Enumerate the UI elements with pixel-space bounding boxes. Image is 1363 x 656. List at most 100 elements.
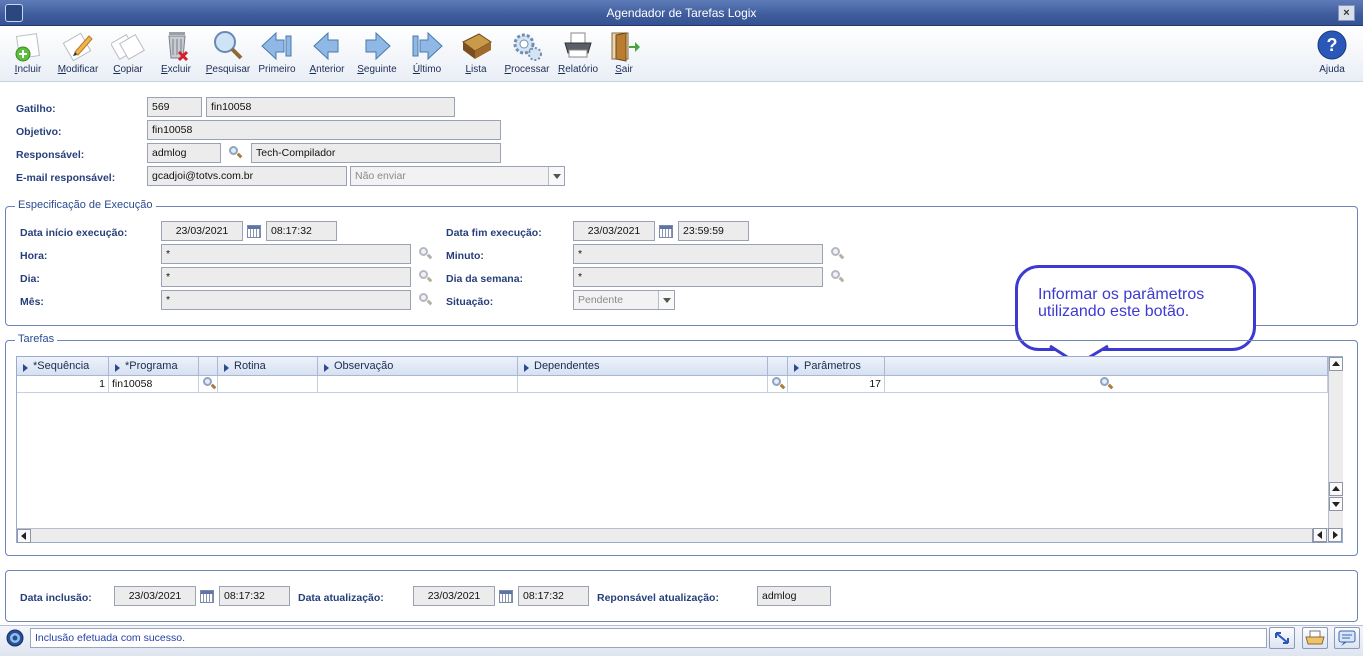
inclusao-label: Data inclusão:	[20, 592, 92, 604]
scroll-left-icon[interactable]	[17, 529, 31, 543]
print-status-button[interactable]	[1302, 627, 1328, 649]
hora-field[interactable]: *	[161, 244, 411, 264]
cell-observacao[interactable]	[318, 376, 518, 393]
email-field[interactable]: gcadjoi@totvs.com.br	[147, 166, 347, 186]
calendar-icon[interactable]	[659, 225, 673, 238]
seguinte-button[interactable]: Seguinte	[352, 30, 402, 80]
column-header-parametros-zoom	[885, 357, 1328, 376]
calendar-icon[interactable]	[499, 590, 513, 603]
scroll-left-icon[interactable]	[1313, 528, 1327, 542]
anterior-label: Anterior	[309, 64, 345, 75]
column-header-sequencia[interactable]: *Sequência	[17, 357, 109, 376]
pesquisar-label: Pesquisar	[205, 64, 251, 75]
dia-search-icon[interactable]	[417, 269, 433, 285]
processar-button[interactable]: Processar	[502, 30, 552, 80]
mes-field[interactable]: *	[161, 290, 411, 310]
email-label: E-mail responsável:	[16, 172, 116, 184]
scroll-right-icon[interactable]	[1328, 528, 1342, 542]
messages-button[interactable]	[1334, 627, 1360, 649]
minuto-search-icon[interactable]	[829, 246, 845, 262]
globe-icon	[6, 629, 25, 647]
cell-dependentes[interactable]	[518, 376, 768, 393]
lista-label: Lista	[465, 64, 487, 75]
vertical-scrollbar[interactable]	[1328, 357, 1343, 528]
dia-semana-field[interactable]: *	[573, 267, 823, 287]
anterior-button[interactable]: Anterior	[302, 30, 352, 80]
ajuda-button[interactable]: ? Ajuda	[1307, 30, 1357, 80]
copiar-button[interactable]: Copiar	[103, 30, 153, 80]
calendar-icon[interactable]	[247, 225, 261, 238]
column-header-observacao[interactable]: Observação	[318, 357, 518, 376]
fim-time-field[interactable]: 23:59:59	[678, 221, 749, 241]
mes-search-icon[interactable]	[417, 292, 433, 308]
gatilho-code-field[interactable]: 569	[147, 97, 202, 117]
next-arrow-icon	[360, 30, 394, 62]
column-header-label: Rotina	[234, 360, 266, 372]
chat-icon	[1338, 630, 1356, 646]
minuto-field[interactable]: *	[573, 244, 823, 264]
column-header-label: *Sequência	[33, 360, 90, 372]
resp-atualizacao-label: Reponsável atualização:	[597, 592, 719, 604]
relatorio-button[interactable]: Relatório	[553, 30, 603, 80]
dia-label: Dia:	[20, 273, 40, 285]
ultimo-label: Último	[412, 64, 442, 75]
column-header-rotina[interactable]: Rotina	[218, 357, 318, 376]
cell-rotina[interactable]	[218, 376, 318, 393]
resize-button[interactable]	[1269, 627, 1295, 649]
scroll-down-icon[interactable]	[1329, 497, 1343, 511]
incluir-button[interactable]: Incluir	[3, 30, 53, 80]
callout-text: Informar os parâmetros utilizando este b…	[1038, 286, 1204, 320]
close-button[interactable]: ×	[1338, 5, 1355, 21]
ultimo-button[interactable]: Último	[402, 30, 452, 80]
parametros-search-icon[interactable]	[1098, 376, 1114, 392]
sair-button[interactable]: Sair	[599, 30, 649, 80]
responsavel-user-field[interactable]: admlog	[147, 143, 221, 163]
modificar-button[interactable]: Modificar	[53, 30, 103, 80]
scroll-up-icon[interactable]	[1329, 357, 1343, 371]
gatilho-label: Gatilho:	[16, 103, 56, 115]
column-header-parametros[interactable]: Parâmetros	[788, 357, 885, 376]
lista-button[interactable]: Lista	[451, 30, 501, 80]
exit-door-icon	[607, 30, 641, 62]
cell-programa[interactable]: fin10058	[109, 376, 199, 393]
column-header-dependentes[interactable]: Dependentes	[518, 357, 768, 376]
dia-field[interactable]: *	[161, 267, 411, 287]
responsavel-search-icon[interactable]	[227, 145, 243, 161]
parametros-zoom-cell	[885, 376, 1328, 393]
scroll-up-icon[interactable]	[1329, 482, 1343, 496]
dependentes-search-icon[interactable]	[770, 376, 786, 392]
printer-icon	[1305, 630, 1325, 645]
cell-parametros[interactable]: 17	[788, 376, 885, 393]
excluir-button[interactable]: Excluir	[151, 30, 201, 80]
hora-label: Hora:	[20, 250, 48, 262]
chevron-down-icon	[658, 291, 674, 309]
trash-icon	[159, 30, 193, 62]
column-header-programa[interactable]: *Programa	[109, 357, 199, 376]
previous-arrow-icon	[310, 30, 344, 62]
copiar-label: Copiar	[113, 64, 143, 75]
hora-search-icon[interactable]	[417, 246, 433, 262]
last-arrow-icon	[410, 30, 444, 62]
printer-icon	[561, 30, 595, 62]
situacao-label: Situação:	[446, 296, 494, 308]
excluir-label: Excluir	[160, 64, 191, 75]
primeiro-button[interactable]: Primeiro	[252, 30, 302, 80]
inicio-date-field[interactable]: 23/03/2021	[161, 221, 243, 241]
gatilho-name-field[interactable]: fin10058	[206, 97, 455, 117]
horizontal-scrollbar[interactable]	[17, 528, 1328, 543]
objetivo-field[interactable]: fin10058	[147, 120, 501, 140]
fim-date-field[interactable]: 23/03/2021	[573, 221, 655, 241]
programa-search-icon[interactable]	[201, 376, 217, 392]
situacao-select[interactable]: Pendente	[573, 290, 675, 310]
pesquisar-button[interactable]: Pesquisar	[203, 30, 253, 80]
inicio-time-field[interactable]: 08:17:32	[266, 221, 337, 241]
programa-zoom-cell	[199, 376, 218, 393]
situacao-value: Pendente	[578, 294, 623, 306]
calendar-icon[interactable]	[200, 590, 214, 603]
callout-line2: utilizando este botão.	[1038, 303, 1190, 320]
mes-label: Mês:	[20, 296, 44, 308]
first-arrow-icon	[260, 30, 294, 62]
email-option-select[interactable]: Não enviar	[350, 166, 565, 186]
dia-semana-search-icon[interactable]	[829, 269, 845, 285]
cell-sequencia[interactable]: 1	[17, 376, 109, 393]
